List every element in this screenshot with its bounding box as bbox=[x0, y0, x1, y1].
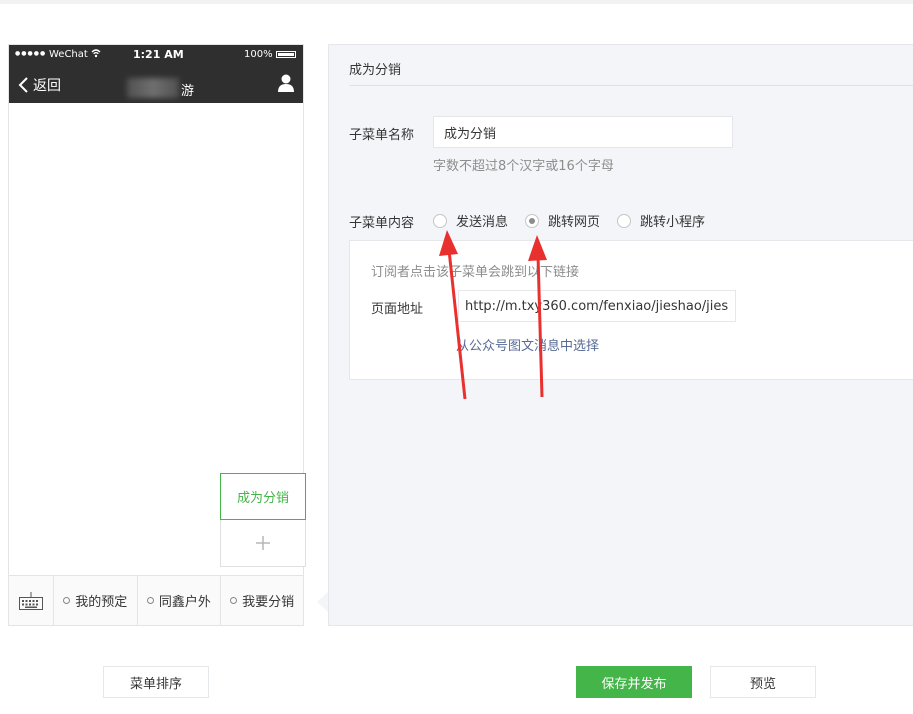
chevron-left-icon bbox=[18, 77, 28, 93]
content-type-radio-group: 发送消息 跳转网页 跳转小程序 bbox=[433, 211, 722, 230]
signal-icon: ●●●●● bbox=[15, 50, 47, 57]
submenu-dot-icon bbox=[230, 597, 238, 604]
select-from-articles-link[interactable]: 从公众号图文消息中选择 bbox=[456, 335, 599, 354]
top-strip bbox=[0, 0, 913, 4]
submenu-dot-icon bbox=[63, 597, 71, 604]
back-button[interactable]: 返回 bbox=[17, 75, 61, 95]
submenu-popup: 成为分销 bbox=[220, 473, 306, 567]
submenu-dot-icon bbox=[146, 597, 154, 604]
radio-label: 发送消息 bbox=[456, 215, 509, 230]
radio-label: 跳转网页 bbox=[548, 215, 601, 230]
phone-header: ●●●●● WeChat 1:21 AM 100% 返回 游 bbox=[9, 45, 303, 103]
menu-item-label: 我的预定 bbox=[75, 595, 128, 610]
status-time: 1:21 AM bbox=[133, 48, 184, 61]
menu-item-label: 同鑫户外 bbox=[158, 595, 211, 610]
account-name-tail: 游 bbox=[181, 84, 195, 99]
radio-label: 跳转小程序 bbox=[640, 215, 706, 230]
content-label: 子菜单内容 bbox=[349, 216, 415, 231]
wifi-icon bbox=[91, 49, 101, 58]
menu-item-1[interactable]: 我的预定 bbox=[54, 576, 138, 625]
user-icon[interactable] bbox=[277, 73, 295, 93]
preview-button[interactable]: 预览 bbox=[710, 666, 816, 698]
submenu-editor: 成为分销 子菜单名称 字数不超过8个汉字或16个字母 子菜单内容 发送消息 跳转… bbox=[328, 44, 913, 626]
name-label: 子菜单名称 bbox=[349, 128, 415, 143]
menu-item-label: 我要分销 bbox=[242, 595, 295, 610]
webpage-settings-box: 订阅者点击该子菜单会跳到以下链接 页面地址 从公众号图文消息中选择 bbox=[349, 240, 913, 380]
save-publish-button[interactable]: 保存并发布 bbox=[576, 666, 692, 698]
custom-menu-bar: 我的预定 同鑫户外 我要分销 bbox=[9, 575, 303, 625]
keyboard-icon bbox=[18, 591, 43, 610]
radio-send-message[interactable]: 发送消息 bbox=[433, 211, 508, 230]
battery-icon bbox=[276, 51, 296, 58]
editor-pointer-caret bbox=[317, 592, 328, 612]
menu-sort-button[interactable]: 菜单排序 bbox=[103, 666, 209, 698]
plus-icon bbox=[256, 536, 270, 550]
submenu-item-active[interactable]: 成为分销 bbox=[220, 473, 306, 520]
submenu-name-input[interactable] bbox=[433, 116, 733, 148]
name-hint: 字数不超过8个汉字或16个字母 bbox=[433, 159, 614, 174]
radio-open-webpage[interactable]: 跳转网页 bbox=[525, 211, 600, 230]
add-submenu-button[interactable] bbox=[221, 520, 305, 566]
divider bbox=[349, 85, 913, 86]
status-bar: ●●●●● WeChat 1:21 AM 100% bbox=[9, 45, 303, 65]
carrier-name: WeChat bbox=[49, 49, 88, 60]
radio-open-miniprogram[interactable]: 跳转小程序 bbox=[617, 211, 705, 230]
keyboard-toggle[interactable] bbox=[9, 576, 54, 625]
page-url-input[interactable] bbox=[458, 290, 736, 322]
account-name: 游 bbox=[119, 78, 209, 100]
menu-item-3[interactable]: 我要分销 bbox=[221, 576, 303, 625]
radio-circle bbox=[433, 213, 447, 228]
blurred-account-name bbox=[127, 78, 179, 98]
radio-circle bbox=[617, 213, 632, 228]
phone-preview: ●●●●● WeChat 1:21 AM 100% 返回 游 成为分销 我的预定… bbox=[8, 44, 306, 626]
radio-circle-checked bbox=[525, 213, 540, 228]
battery-percent: 100% bbox=[244, 49, 273, 60]
menu-item-2[interactable]: 同鑫户外 bbox=[138, 576, 222, 625]
back-label: 返回 bbox=[33, 78, 61, 94]
content-description: 订阅者点击该子菜单会跳到以下链接 bbox=[371, 265, 580, 280]
editor-title: 成为分销 bbox=[349, 63, 402, 78]
url-label: 页面地址 bbox=[371, 302, 424, 317]
